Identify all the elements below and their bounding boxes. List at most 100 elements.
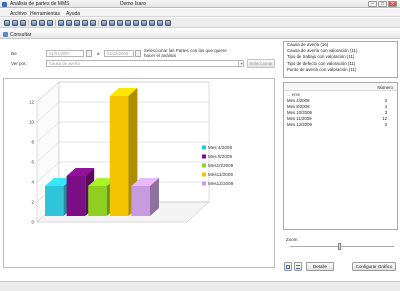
settings-icon[interactable] (141, 20, 147, 26)
calendar-icon[interactable] (135, 50, 141, 57)
cut-icon[interactable] (58, 20, 64, 26)
ver-por-label: Ver por: (11, 61, 27, 66)
print-icon[interactable] (31, 20, 37, 26)
row-value: 3 (384, 122, 387, 127)
arrow-right-icon[interactable] (149, 20, 155, 26)
grid-view-button[interactable] (284, 262, 292, 271)
open-icon[interactable] (12, 20, 18, 26)
y-tick-label: 12 (29, 100, 34, 105)
toolbar-separator (98, 20, 99, 26)
new-icon[interactable] (4, 20, 10, 26)
grid-icon (286, 264, 290, 269)
minimize-button[interactable]: – (368, 1, 377, 7)
window-title: Análisis de partes de MMS (10, 1, 70, 7)
results-list[interactable]: Número ... ente Mes 4/2008 3 Mes 8/2008 … (283, 82, 398, 230)
preview-icon[interactable] (39, 20, 45, 26)
results-header: Número (284, 83, 397, 91)
legend-label: Mes11/2009 (208, 172, 233, 177)
options-list[interactable]: Causa de avería (16) Causa de avería con… (283, 41, 398, 78)
panel-icon (3, 32, 8, 37)
selection-note: Seleccionar las Partes con las que quier… (144, 48, 227, 58)
legend-swatch (202, 163, 206, 168)
select-button[interactable]: Seleccionar (247, 59, 275, 68)
row-name: Mes 8/2008 (287, 104, 310, 109)
panel-title: Consultar (10, 31, 32, 38)
y-tick-label: 2 (32, 200, 35, 205)
bar-chart: Análisis de Partes por Mes024681012Mes 4… (29, 81, 234, 225)
row-value: 3 (384, 110, 387, 115)
menu-ayuda[interactable]: Ayuda (66, 11, 80, 17)
column-header-numero[interactable]: Número (377, 85, 393, 90)
row-name: Mes 10/2009 (287, 110, 312, 115)
detail-button[interactable]: Detalle (306, 262, 334, 271)
window-subtitle: Demo Isaro (120, 1, 146, 7)
legend-label: Mes 4/2008 (208, 145, 232, 150)
table-row[interactable]: Mes 12/2009 3 (284, 122, 391, 128)
legend-swatch (202, 181, 206, 186)
toolbar-separator (28, 20, 29, 26)
results-group-label: ... ente (287, 92, 301, 97)
row-name: Mes 4/2008 (287, 98, 310, 103)
menu-archivo[interactable]: Archivo (10, 11, 27, 17)
legend-label: Mes12/2009 (208, 181, 234, 186)
row-value: 4 (384, 104, 387, 109)
legend-swatch (202, 145, 206, 150)
bar-front (66, 176, 86, 216)
row-name: Mes 11/2009 (287, 116, 312, 121)
bar-front (131, 186, 150, 216)
refresh-icon[interactable] (133, 20, 139, 26)
legend-swatch (202, 172, 206, 177)
date-from-field[interactable]: 01/01/2007 (46, 50, 84, 57)
panel-header: Consultar (0, 30, 400, 39)
option-item[interactable]: Punto de avería con valoración (11) (284, 67, 397, 73)
zoom-slider-thumb[interactable] (338, 243, 341, 250)
maximize-button[interactable]: □ (378, 1, 387, 7)
y-tick-label: 0 (32, 220, 35, 225)
ver-por-select[interactable]: Causa de avería (46, 60, 244, 67)
de-label: De (11, 51, 17, 56)
bar-front (45, 186, 64, 216)
save-icon[interactable] (20, 20, 26, 26)
zoom-slider-track[interactable] (290, 246, 394, 247)
undo-icon[interactable] (82, 20, 88, 26)
paste-icon[interactable] (74, 20, 80, 26)
y-tick-label: 6 (32, 160, 35, 165)
copy-icon[interactable] (66, 20, 72, 26)
users-icon[interactable] (157, 20, 163, 26)
legend-label: Mes10/2009 (208, 163, 234, 168)
y-tick-label: 8 (32, 140, 35, 145)
search-icon[interactable] (101, 20, 107, 26)
row-name: Mes 12/2009 (287, 122, 312, 127)
bar-front (88, 186, 107, 216)
bar-front (109, 96, 129, 216)
table-icon[interactable] (125, 20, 131, 26)
redo-icon[interactable] (90, 20, 96, 26)
menu-herramientas[interactable]: Herramientas (30, 11, 60, 17)
close-button[interactable]: ✕ (388, 1, 397, 7)
title-bar: Análisis de partes de MMS Demo Isaro – □… (0, 0, 400, 8)
row-value: 12 (382, 116, 387, 121)
menu-bar: Archivo Herramientas Ayuda (0, 9, 400, 17)
toolbar (0, 18, 400, 28)
y-tick-label: 10 (29, 120, 34, 125)
filter-icon[interactable] (109, 20, 115, 26)
a-label: a (97, 51, 100, 56)
list-view-button[interactable] (294, 262, 302, 271)
help-icon[interactable] (165, 20, 171, 26)
configure-chart-button[interactable]: Configurar Gráfico (352, 262, 396, 271)
app-icon (2, 1, 7, 7)
calendar-icon[interactable] (86, 50, 92, 57)
legend-swatch (202, 154, 206, 159)
legend-label: Mes 8/2008 (208, 154, 232, 159)
chart-icon[interactable] (117, 20, 123, 26)
status-bar (0, 281, 400, 291)
toolbar-separator (55, 20, 56, 26)
zoom-label: Zoom (286, 237, 298, 242)
chart-area: Análisis de Partes por Mes024681012Mes 4… (3, 78, 275, 268)
chevron-down-icon[interactable]: ▾ (238, 60, 244, 67)
export-icon[interactable] (47, 20, 53, 26)
row-value: 3 (384, 98, 387, 103)
date-to-field[interactable]: 31/12/2009 (104, 50, 134, 57)
y-tick-label: 4 (32, 180, 35, 185)
list-icon (296, 264, 300, 269)
